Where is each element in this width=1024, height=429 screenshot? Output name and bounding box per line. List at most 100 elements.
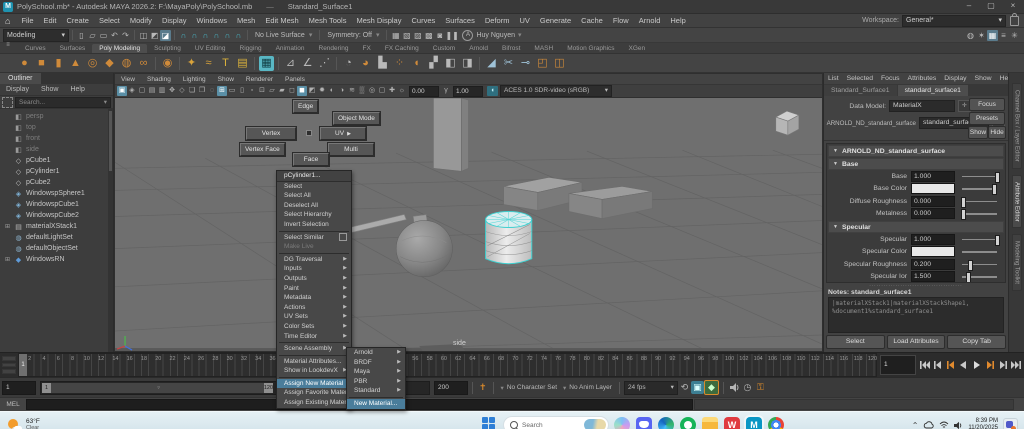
marking-menu-vertex[interactable]: Vertex [246, 127, 296, 140]
render-view-icon[interactable]: ▦ [390, 30, 401, 41]
set-key-icon[interactable]: ⚿ [754, 381, 767, 394]
select-button[interactable]: Select [826, 335, 885, 349]
color-swatch[interactable] [911, 183, 955, 194]
menu-generate[interactable]: Generate [535, 16, 576, 25]
timeline-layer-toggles[interactable] [0, 353, 18, 377]
outliner-item-pcube1[interactable]: ◇pCube1 [0, 155, 113, 166]
side-tab-attribute-editor[interactable]: Attribute Editor [1012, 175, 1022, 229]
slider-handle[interactable] [995, 172, 1000, 183]
range-start-handle[interactable]: 1 [42, 383, 51, 393]
gamma-icon[interactable]: γ [441, 86, 451, 96]
attribute-slider[interactable] [962, 260, 997, 269]
marking-menu-face[interactable]: Face [293, 153, 329, 166]
new-scene-icon[interactable]: ▯ [76, 30, 87, 41]
mirror-icon[interactable]: ▞ [426, 56, 441, 71]
poly-sphere-icon[interactable]: ● [17, 56, 32, 71]
outliner-menu-show[interactable]: Show [35, 86, 65, 93]
explorer-app-icon[interactable] [702, 417, 718, 429]
clock-widget[interactable]: 8:39 PM 11/20/2025 [968, 418, 998, 429]
joints-xray-icon[interactable]: ✚ [387, 86, 397, 96]
filter-icon[interactable] [2, 97, 13, 108]
poly-plane-icon[interactable]: ◆ [102, 56, 117, 71]
combine-icon[interactable]: ▙ [375, 56, 390, 71]
outliner-item-windowspsphere1[interactable]: ◈WindowspSphere1 [0, 188, 113, 199]
menu-item-inputs[interactable]: Inputs▶ [277, 264, 351, 274]
live-surface-field[interactable]: No Live Surface▾ [251, 30, 316, 41]
shelf-tab-rendering[interactable]: Rendering [312, 44, 356, 53]
focus-button[interactable]: Focus [969, 98, 1005, 111]
tray-chevron-icon[interactable]: ⌃ [912, 421, 919, 429]
attribute-slider[interactable] [962, 209, 997, 218]
marking-menu-object-mode[interactable]: Object Mode [333, 112, 380, 125]
color-swatch[interactable] [911, 246, 955, 257]
close-button[interactable]: × [1002, 0, 1024, 13]
copy-tab-button[interactable]: Copy Tab [947, 335, 1006, 349]
shelf-tab-fx[interactable]: FX [356, 44, 378, 53]
poly-cube-icon[interactable]: ■ [34, 56, 49, 71]
anim-layer-selector[interactable]: ▾No Anim Layer [560, 382, 615, 394]
render-settings-icon[interactable]: ▩ [423, 30, 434, 41]
menu-set-selector[interactable]: Modeling▾ [3, 29, 69, 42]
motion-blur-icon[interactable]: ≋ [347, 86, 357, 96]
menu-file[interactable]: File [16, 16, 38, 25]
step-forward-button[interactable] [997, 357, 1009, 373]
ipr-render-icon[interactable]: ▨ [412, 30, 423, 41]
poly-count-icon[interactable]: ▦ [259, 56, 274, 71]
viewport-menu-show[interactable]: Show [212, 76, 240, 83]
menu-item-actions[interactable]: Actions▶ [277, 303, 351, 313]
attribute-value-field[interactable]: 0.000 [911, 196, 955, 207]
auto-keyframe-icon[interactable]: ◆ [704, 380, 719, 395]
line-app-icon[interactable] [680, 417, 696, 429]
slider-handle[interactable] [966, 272, 971, 283]
depth-of-field-icon[interactable]: ◎ [367, 86, 377, 96]
insert-edge-loop-icon[interactable]: ◫ [552, 56, 567, 71]
shelf-tab-surfaces[interactable]: Surfaces [53, 44, 93, 53]
minimize-button[interactable]: – [958, 0, 980, 13]
go-to-start-button[interactable] [919, 357, 931, 373]
outliner-item-front[interactable]: ◧front [0, 133, 113, 144]
undo-icon[interactable]: ↶ [109, 30, 120, 41]
menu-help[interactable]: Help [665, 16, 690, 25]
shaded-mode-icon[interactable]: ◼ [297, 86, 307, 96]
menu-item-outputs[interactable]: Outputs▶ [277, 274, 351, 284]
menu-display[interactable]: Display [157, 16, 192, 25]
checkbox[interactable] [339, 233, 347, 241]
loop-mode-icon[interactable]: ⟲ [678, 381, 691, 394]
lighting-all-icon[interactable]: ✹ [317, 86, 327, 96]
ae-tab-standard-surface1[interactable]: standard_surface1 [898, 85, 968, 96]
current-frame-field[interactable]: 1 [880, 355, 916, 375]
menu-item-color-sets[interactable]: Color Sets▶ [277, 322, 351, 332]
poly-cylinder-icon[interactable]: ▮ [51, 56, 66, 71]
menu-item-dg-traversal[interactable]: DG Traversal▶ [277, 255, 351, 265]
shelf-tab-uv-editing[interactable]: UV Editing [188, 44, 233, 53]
boolean-union-icon[interactable]: ◔ [341, 56, 356, 71]
poly-cone-icon[interactable]: ▲ [68, 56, 83, 71]
color-management-icon[interactable]: ◖ [487, 86, 498, 96]
bookmarks-icon[interactable]: ▤ [147, 86, 157, 96]
ae-menu-attributes[interactable]: Attributes [904, 75, 941, 82]
type-tool-icon[interactable]: T [218, 56, 233, 71]
menu-arnold[interactable]: Arnold [634, 16, 666, 25]
section-header-base[interactable]: ▼Base [828, 158, 1004, 170]
menu-uv[interactable]: UV [514, 16, 534, 25]
menu-item-brdf[interactable]: BRDF▶ [347, 358, 405, 368]
home-icon[interactable]: ⌂ [5, 16, 10, 26]
character-set-selector[interactable]: ▾No Character Set [498, 382, 560, 394]
command-language-toggle[interactable]: MEL [0, 401, 26, 408]
outliner-item-windowsrn[interactable]: ⊞◆WindowsRN [0, 254, 113, 265]
outliner-toggle-icon[interactable]: ≡ [998, 30, 1009, 41]
animation-prefs-clock-icon[interactable]: ◷ [741, 381, 754, 394]
menu-create[interactable]: Create [61, 16, 94, 25]
bridge-icon[interactable]: ◧ [443, 56, 458, 71]
grid-toggle-icon[interactable]: ⊞ [217, 86, 227, 96]
outliner-item-materialxstack1[interactable]: ⊞▤materialXStack1 [0, 221, 113, 232]
menu-item-select-similar[interactable]: Select Similar [277, 233, 351, 243]
snap-projected-center-icon[interactable]: ∩ [211, 30, 222, 41]
menu-item-assign-new-material[interactable]: Assign New Material▶ [277, 379, 351, 389]
section-header-specular[interactable]: ▼Specular [828, 221, 1004, 233]
expand-icon[interactable]: ⊞ [3, 223, 12, 230]
menu-surfaces[interactable]: Surfaces [440, 16, 480, 25]
poly-super-shape-icon[interactable]: ◉ [160, 56, 175, 71]
shelf-tab-curves[interactable]: Curves [18, 44, 53, 53]
viewport-menu-renderer[interactable]: Renderer [240, 76, 279, 83]
